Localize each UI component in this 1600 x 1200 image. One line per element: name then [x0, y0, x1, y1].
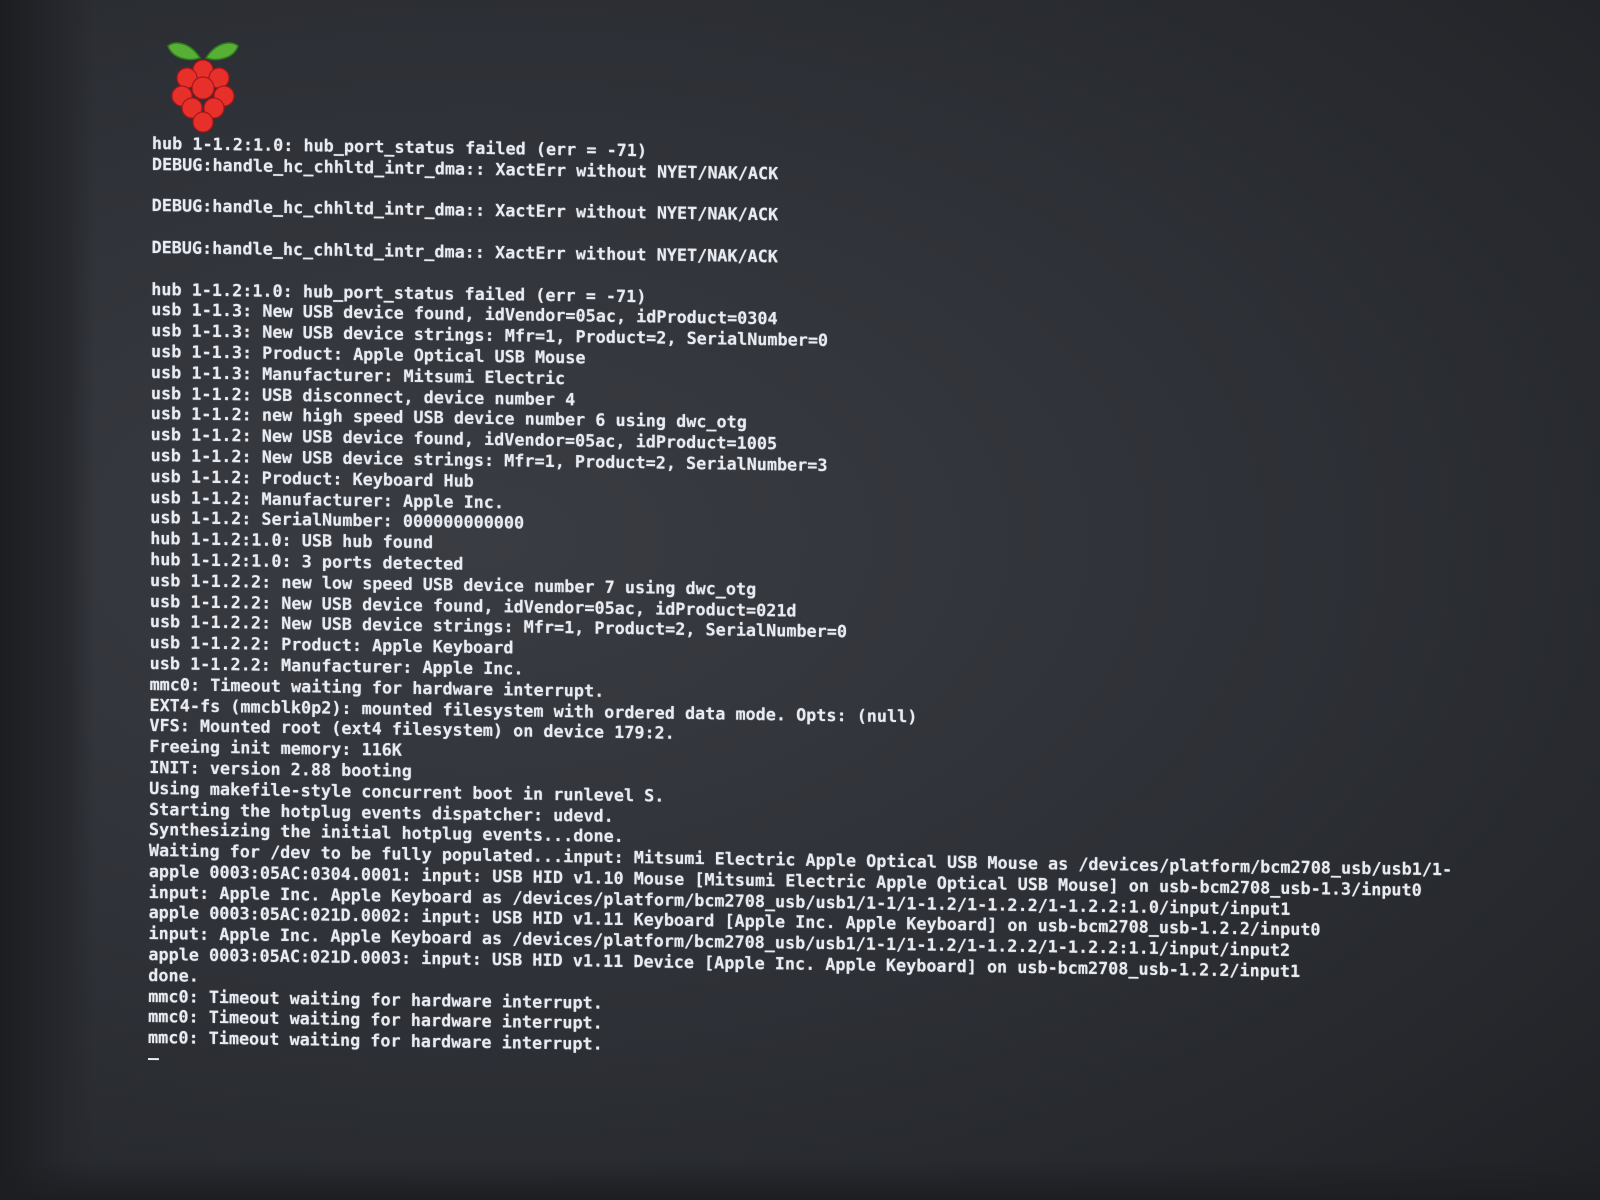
boot-log: hub 1-1.2:1.0: hub_port_status failed (e… [147, 133, 1600, 1090]
leaf-right-icon [204, 42, 239, 61]
leaf-left-icon [167, 42, 202, 61]
berry-icon [171, 59, 235, 133]
monitor-bezel-left [0, 0, 95, 1200]
raspberry-pi-logo-icon [167, 42, 239, 133]
monitor-bezel-bottom [0, 1160, 1600, 1200]
text-cursor-icon[interactable] [147, 1058, 159, 1061]
console-screen: hub 1-1.2:1.0: hub_port_status failed (e… [0, 0, 1600, 1200]
